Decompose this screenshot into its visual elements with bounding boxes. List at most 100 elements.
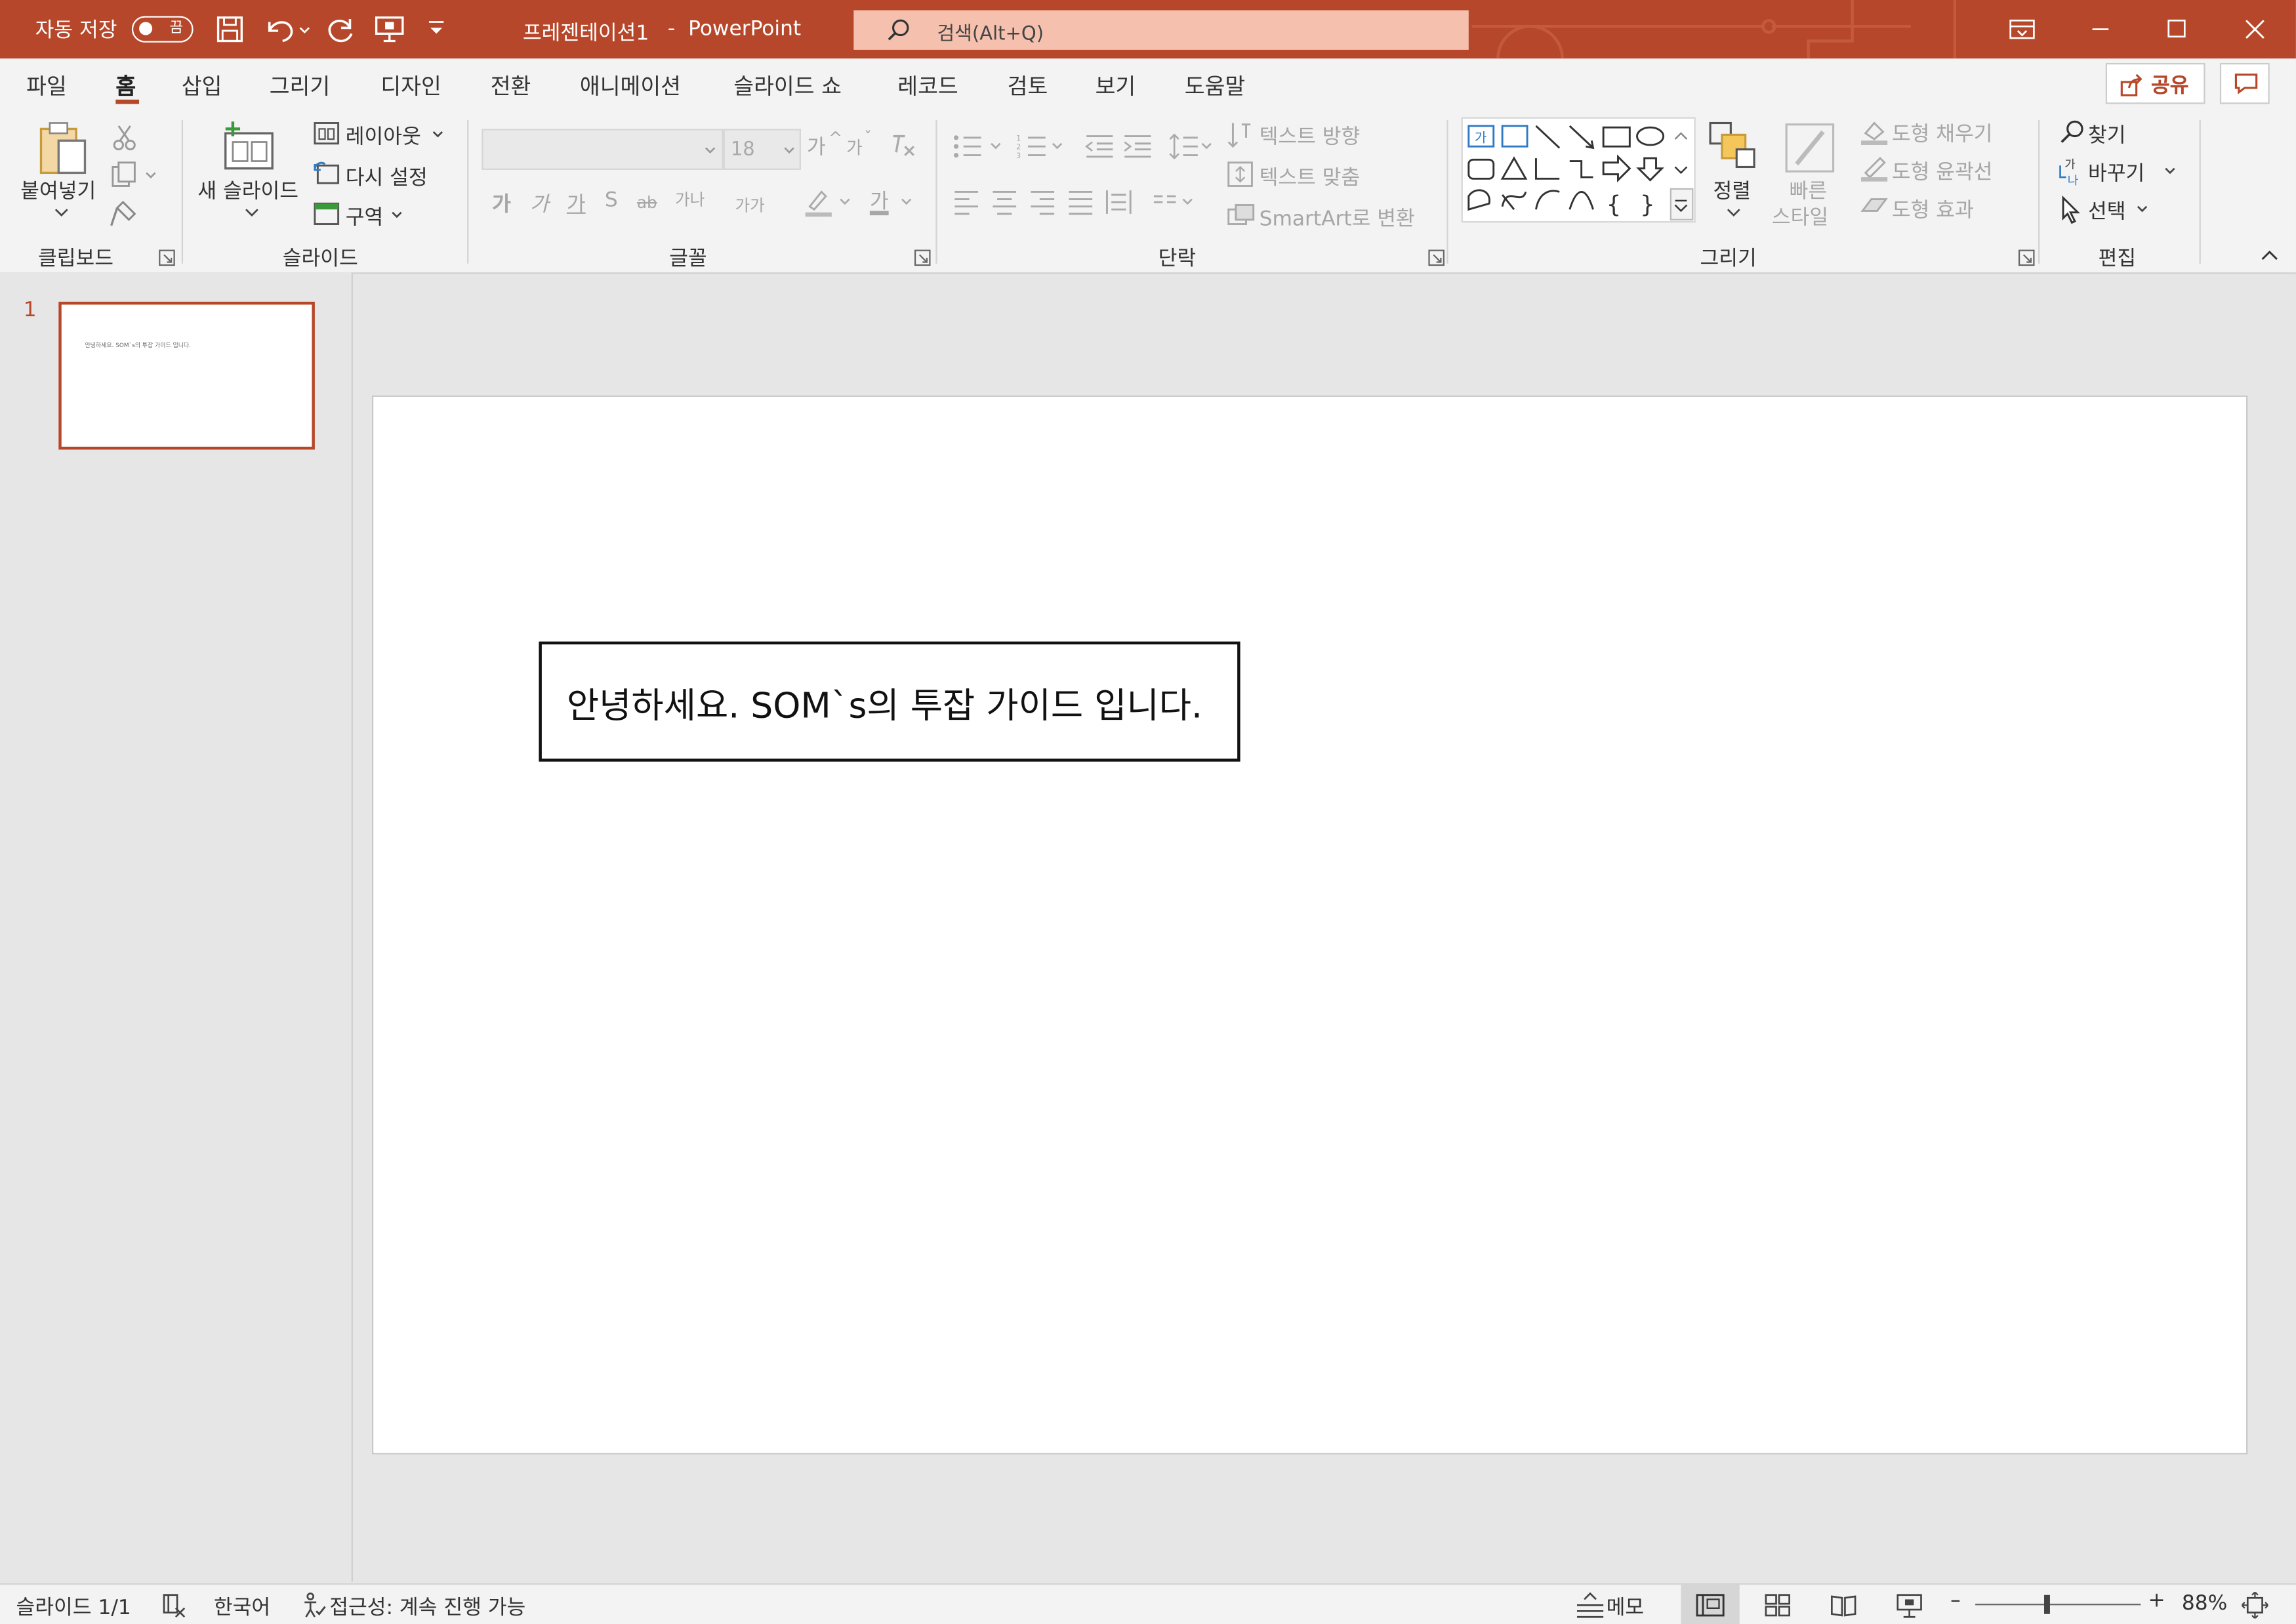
ribbon-display-options-button[interactable] [1986,0,2062,58]
layout-dropdown-icon[interactable] [430,129,445,140]
notes-button[interactable]: 메모 [1607,1592,1645,1621]
columns-icon[interactable] [1151,190,1200,214]
spellcheck-icon[interactable] [161,1592,188,1618]
save-icon[interactable] [215,14,245,44]
language-status[interactable]: 한국어 [214,1592,270,1621]
font-name-combobox[interactable] [482,129,724,170]
zoom-level[interactable]: 88% [2182,1592,2227,1615]
tab-animations[interactable]: 애니메이션 [580,70,681,101]
autosave-toggle[interactable]: 끔 [131,16,194,43]
tab-insert[interactable]: 삽입 [182,70,222,101]
bold-button[interactable]: 가 [492,189,511,219]
text-direction-button[interactable]: 텍스트 방향 [1260,121,1361,151]
arrange-label[interactable]: 정렬 [1713,176,1752,205]
clipboard-launcher-icon[interactable] [158,249,176,266]
minimize-button[interactable] [2062,0,2138,58]
format-painter-icon[interactable] [108,199,140,229]
arrange-dropdown-icon[interactable] [1725,205,1742,219]
justify-icon[interactable] [1066,188,1096,217]
smartart-button[interactable]: SmartArt로 변환 [1260,203,1415,233]
tab-record[interactable]: 레코드 [897,70,958,101]
tab-review[interactable]: 검토 [1008,70,1048,101]
section-button[interactable]: 구역 [346,202,384,232]
char-spacing-button[interactable]: 가나 [675,188,705,211]
zoom-out-button[interactable]: – [1950,1589,1961,1613]
comments-button[interactable] [2219,62,2270,104]
line-spacing-icon[interactable] [1168,132,1218,161]
slide-sorter-icon[interactable] [1765,1594,1791,1617]
quick-styles-icon[interactable] [1782,120,1837,176]
textbox-content[interactable]: 안녕하세요. SOM`s의 투잡 가이드 입니다. [567,677,1202,728]
slide-canvas[interactable]: 안녕하세요. SOM`s의 투잡 가이드 입니다. [371,395,2248,1455]
layout-button[interactable]: 레이아웃 [346,121,421,151]
tab-design[interactable]: 디자인 [380,70,441,101]
font-launcher-icon[interactable] [914,249,932,266]
paste-icon[interactable] [35,120,94,178]
paste-label[interactable]: 붙여넣기 [20,176,96,205]
clear-formatting-icon[interactable] [888,132,920,161]
tab-view[interactable]: 보기 [1096,70,1136,101]
highlight-icon[interactable] [804,188,853,217]
quick-styles-label-1[interactable]: 빠른 [1790,176,1828,205]
arrange-icon[interactable] [1708,120,1757,170]
font-size-combobox[interactable]: 18 [723,129,801,170]
reset-button[interactable]: 다시 설정 [346,163,428,192]
italic-button[interactable]: 가 [530,189,549,219]
align-right-icon[interactable] [1028,188,1057,217]
font-color-button[interactable]: 가 [870,186,889,215]
paste-dropdown-icon[interactable] [52,205,70,219]
numbering-icon[interactable]: 123 [1016,132,1075,161]
decrease-indent-icon[interactable] [1084,132,1116,161]
new-slide-label[interactable]: 새 슬라이드 [197,176,298,205]
copy-icon[interactable] [108,161,161,191]
font-color-dropdown-icon[interactable] [899,196,914,208]
tab-slideshow[interactable]: 슬라이드 쇼 [733,70,842,101]
undo-icon[interactable] [262,13,312,45]
slide-textbox[interactable]: 안녕하세요. SOM`s의 투잡 가이드 입니다. [539,641,1240,762]
paragraph-launcher-icon[interactable] [1427,249,1445,266]
accessibility-icon[interactable] [300,1592,327,1618]
underline-button[interactable]: 가 [567,189,586,219]
select-dropdown-icon[interactable] [2135,203,2149,215]
align-center-icon[interactable] [990,188,1019,217]
cut-icon[interactable] [112,123,138,152]
tab-help[interactable]: 도움말 [1185,70,1245,101]
redo-icon[interactable] [325,13,358,45]
collapse-ribbon-icon[interactable] [2259,249,2280,263]
increase-indent-icon[interactable] [1122,132,1154,161]
tab-transitions[interactable]: 전환 [491,70,531,101]
close-button[interactable] [2217,0,2293,58]
shadow-button[interactable]: S [605,189,618,213]
maximize-button[interactable] [2138,0,2214,58]
replace-button[interactable]: 바꾸기 [2088,158,2144,188]
reading-view-icon[interactable] [1830,1594,1856,1617]
slide-thumbnail[interactable]: 안녕하세요. SOM`s의 투잡 가이드 입니다. [58,301,315,450]
grow-font-button[interactable]: 가 [807,132,826,161]
distributed-icon[interactable] [1104,188,1134,217]
drawing-launcher-icon[interactable] [2018,249,2036,266]
quick-styles-label-2[interactable]: 스타일 [1772,202,1828,232]
normal-view-button[interactable] [1681,1585,1740,1624]
new-slide-dropdown-icon[interactable] [243,205,261,219]
search-box[interactable]: 검색(Alt+Q) [853,10,1469,50]
new-slide-icon[interactable] [220,120,278,173]
align-left-icon[interactable] [952,188,981,217]
zoom-slider-track[interactable] [1975,1604,2141,1606]
customize-qat-icon[interactable] [426,19,447,39]
tab-draw[interactable]: 그리기 [270,70,330,101]
shape-fill-button[interactable]: 도형 채우기 [1892,119,1993,148]
shapes-gallery[interactable]: 가 {} [1461,117,1696,223]
accessibility-status[interactable]: 접근성: 계속 진행 가능 [329,1592,525,1621]
bullets-icon[interactable] [952,132,1010,161]
strikethrough-button[interactable]: ab [637,194,657,213]
shape-effects-button[interactable]: 도형 효과 [1892,195,1974,224]
find-button[interactable]: 찾기 [2088,120,2126,150]
zoom-in-button[interactable]: + [2148,1589,2165,1613]
zoom-slider-thumb[interactable] [2043,1594,2050,1614]
shrink-font-button[interactable]: 가 [846,135,863,159]
change-case-button[interactable]: 가가 [735,194,765,217]
tab-file[interactable]: 파일 [26,70,67,101]
share-button[interactable]: 공유 [2105,62,2205,104]
present-icon[interactable] [373,13,405,45]
fit-to-window-icon[interactable] [2242,1592,2268,1619]
